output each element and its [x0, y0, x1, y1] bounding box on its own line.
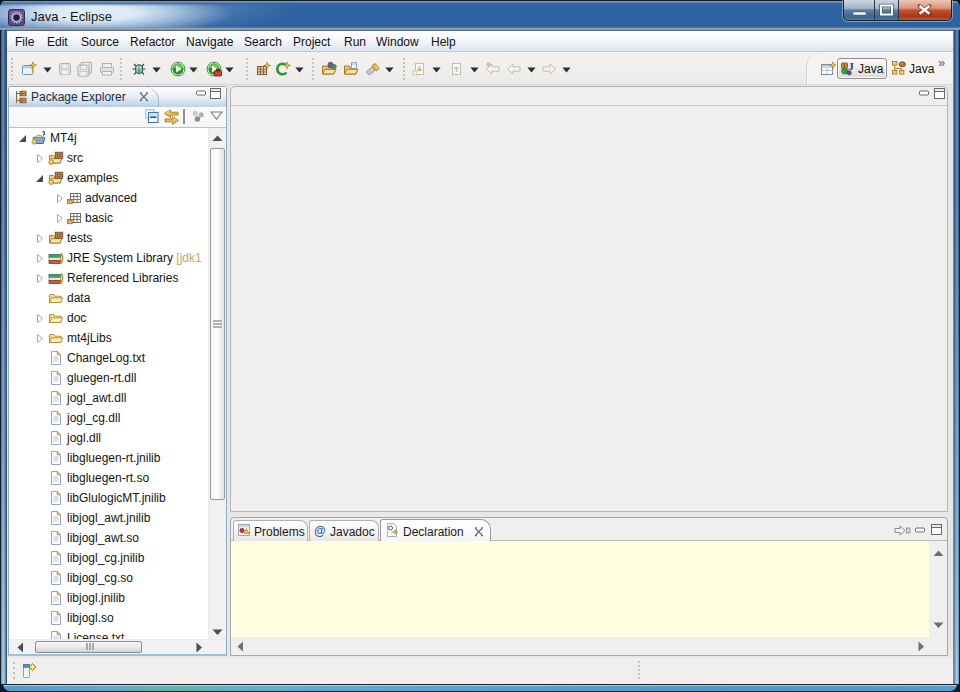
svg-text:J: J: [848, 60, 854, 72]
